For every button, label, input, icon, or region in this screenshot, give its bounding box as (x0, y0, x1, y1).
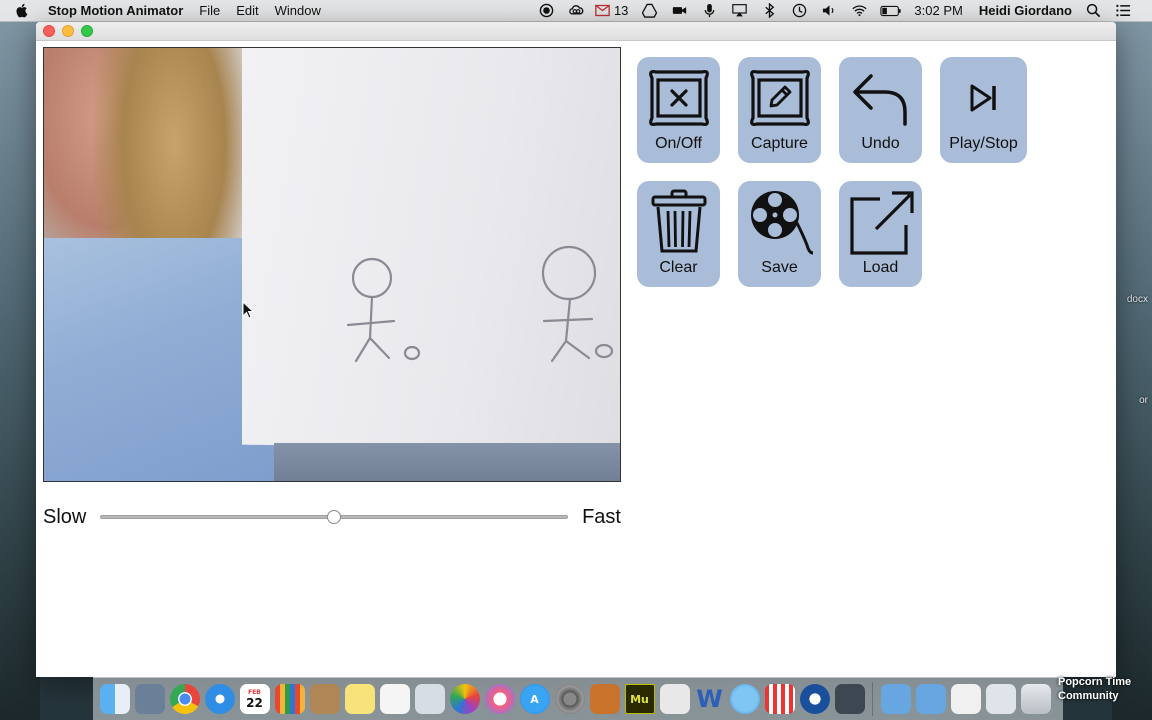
calendar-icon[interactable]: FEB 22 (239, 684, 270, 714)
desktop-file-label[interactable]: docx (1127, 294, 1148, 305)
movie-camera-icon[interactable] (834, 684, 865, 714)
frame-pencil-icon (745, 63, 815, 133)
menu-file[interactable]: File (199, 3, 220, 18)
dock-caption: Popcorn Time Community (1058, 676, 1132, 702)
speed-slider[interactable] (100, 510, 569, 524)
window-close-button[interactable] (43, 25, 55, 37)
browser-globe-icon[interactable] (799, 684, 830, 714)
preview-icon[interactable] (414, 684, 445, 714)
downloads-folder-icon[interactable] (880, 684, 911, 714)
playstop-button[interactable]: Play/Stop (940, 57, 1027, 163)
applications-folder-icon[interactable] (915, 684, 946, 714)
time-machine-icon[interactable] (784, 0, 814, 22)
notification-center-icon[interactable] (1108, 0, 1138, 22)
camera-background-desk (274, 443, 620, 481)
window-minimize-button[interactable] (62, 25, 74, 37)
trash-icon (644, 187, 714, 257)
creative-cloud-icon[interactable] (562, 0, 592, 22)
trash-can-icon[interactable] (1020, 684, 1051, 714)
undo-button[interactable]: Undo (839, 57, 922, 163)
onoff-button[interactable]: On/Off (637, 57, 720, 163)
save-label: Save (761, 259, 798, 276)
spotlight-search-icon[interactable] (1078, 0, 1108, 22)
clear-label: Clear (659, 259, 698, 276)
chrome-icon[interactable] (169, 684, 200, 714)
apple-menu-icon[interactable] (16, 3, 34, 18)
capture-label: Capture (751, 135, 808, 152)
photos-icon[interactable] (449, 684, 480, 714)
save-button[interactable]: Save (738, 181, 821, 287)
wifi-icon[interactable] (844, 0, 874, 22)
app-store-icon[interactable]: A (519, 684, 550, 714)
screenshot-stack-icon[interactable] (985, 684, 1016, 714)
open-external-icon (846, 187, 916, 257)
capture-button[interactable]: Capture (738, 57, 821, 163)
reminders-icon[interactable] (379, 684, 410, 714)
undo-arrow-icon (846, 63, 916, 133)
airplay-icon[interactable] (724, 0, 754, 22)
dock: FEB 22 A Mu W (93, 677, 1063, 720)
film-reel-icon (745, 187, 815, 257)
launchpad-rocket-icon[interactable] (134, 684, 165, 714)
menu-window[interactable]: Window (275, 3, 321, 18)
word-icon[interactable]: W (695, 684, 725, 714)
menu-bar: Stop Motion Animator File Edit Window 13 (0, 0, 1152, 22)
system-preferences-gear-icon[interactable] (554, 684, 585, 714)
muse-icon[interactable]: Mu (624, 684, 655, 714)
desktop-file-label[interactable]: or (1139, 395, 1148, 406)
itunes-icon[interactable] (484, 684, 515, 714)
battery-icon[interactable] (874, 0, 908, 22)
onoff-label: On/Off (655, 135, 702, 152)
speed-control: Slow Fast (43, 502, 621, 532)
photo-editor-icon[interactable] (589, 684, 620, 714)
speed-slider-thumb[interactable] (327, 510, 342, 524)
mail-icon[interactable] (592, 0, 614, 22)
app-window: Slow Fast On/Off Capture Undo Play/Stop … (36, 22, 1116, 677)
undo-label: Undo (861, 135, 900, 152)
frame-x-icon (644, 63, 714, 133)
fast-label: Fast (582, 505, 621, 528)
mail-count: 13 (613, 3, 629, 18)
camera-preview (43, 47, 621, 482)
popcorn-time-icon[interactable] (764, 684, 795, 714)
calendar-day: 22 (246, 696, 263, 710)
drive-icon[interactable] (634, 0, 664, 22)
contacts-book-icon[interactable] (309, 684, 340, 714)
mouse-pointer-icon (242, 301, 254, 319)
microphone-icon[interactable] (694, 0, 724, 22)
clear-button[interactable]: Clear (637, 181, 720, 287)
stick-figure-drawing (346, 245, 614, 363)
app-menu[interactable]: Stop Motion Animator (48, 3, 183, 18)
desktop-wallpaper-left (0, 22, 40, 720)
menu-edit[interactable]: Edit (236, 3, 258, 18)
play-stop-icon (949, 63, 1019, 133)
notes-icon[interactable] (344, 684, 375, 714)
bluetooth-icon[interactable] (754, 0, 784, 22)
load-button[interactable]: Load (839, 181, 922, 287)
slow-label: Slow (43, 505, 87, 528)
messages-bubble-icon[interactable] (729, 684, 760, 714)
playstop-label: Play/Stop (949, 135, 1018, 152)
safari-compass-icon[interactable] (204, 684, 235, 714)
load-label: Load (862, 259, 899, 276)
document-stack-icon[interactable] (950, 684, 981, 714)
record-icon[interactable] (532, 0, 562, 22)
finder-icon[interactable] (99, 684, 130, 714)
app-grid-icon[interactable] (274, 684, 305, 714)
volume-icon[interactable] (814, 0, 844, 22)
dock-separator (872, 682, 873, 716)
user-name[interactable]: Heidi Giordano (979, 3, 1072, 18)
window-zoom-button[interactable] (81, 25, 93, 37)
desktop-wallpaper-right (1112, 22, 1152, 720)
video-camera-icon[interactable] (664, 0, 694, 22)
script-editor-icon[interactable] (659, 684, 690, 714)
window-titlebar[interactable] (36, 22, 1116, 41)
clock-text[interactable]: 3:02 PM (914, 3, 962, 18)
